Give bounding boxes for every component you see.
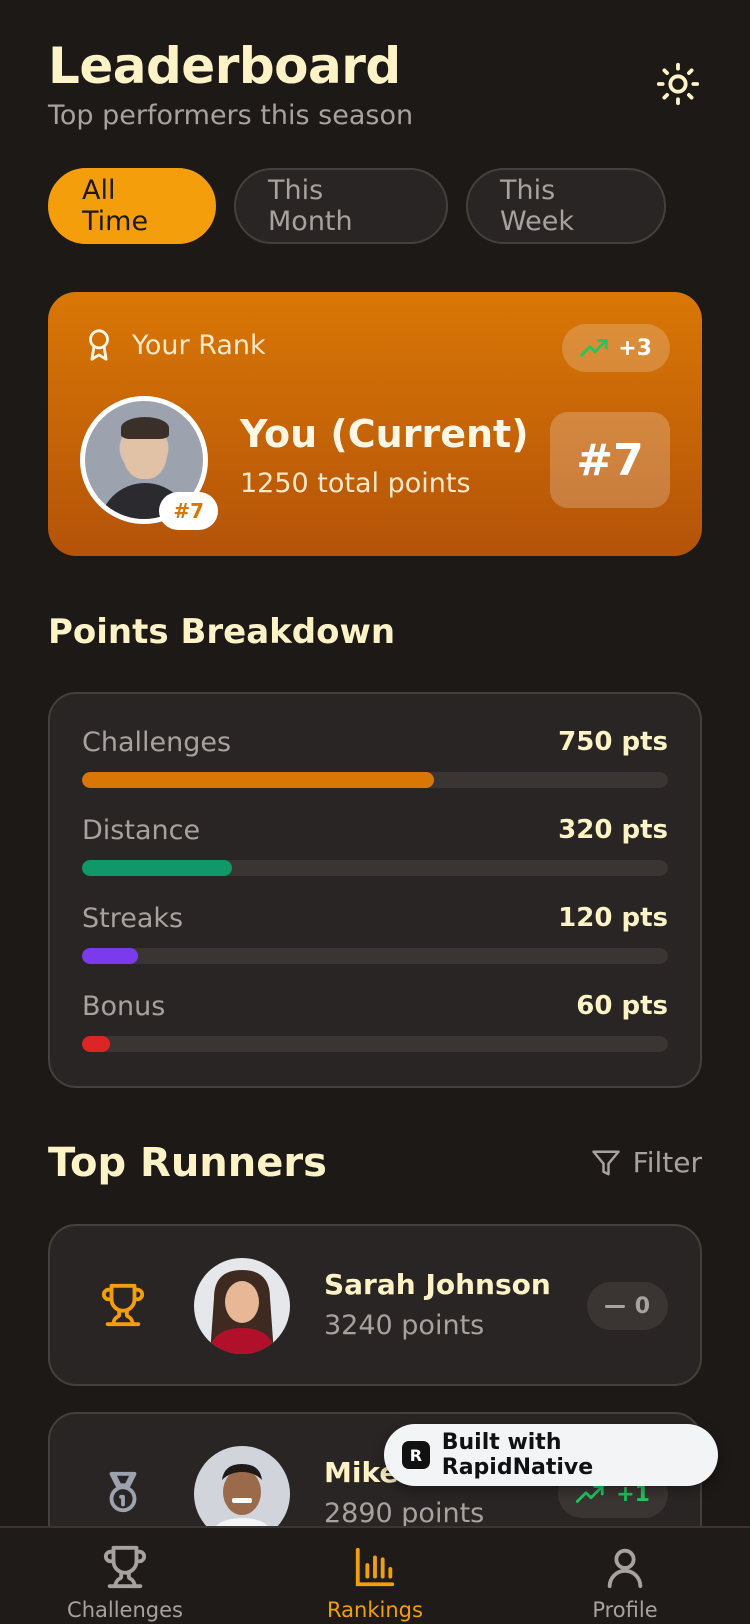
breakdown-row-distance: Distance 320 pts [82, 810, 668, 880]
your-name: You (Current) [240, 412, 529, 456]
progress-fill [82, 1036, 111, 1052]
page-subtitle: Top performers this season [48, 100, 414, 131]
filter-button[interactable]: Filter [591, 1146, 702, 1179]
rank-icon [98, 1280, 148, 1330]
rank-change-value: +3 [618, 335, 652, 361]
tab-label: Challenges [67, 1598, 183, 1622]
filter-label: Filter [632, 1146, 702, 1179]
tab-challenges[interactable]: Challenges [45, 1544, 205, 1622]
rank-icon [98, 1468, 148, 1518]
built-with-label: Built with RapidNative [441, 1430, 594, 1480]
filter-icon [591, 1150, 620, 1175]
breakdown-card: Challenges 750 pts Distance 320 pts Stre… [48, 692, 702, 1088]
runner-name: Sarah Johnson [324, 1268, 551, 1301]
your-rank-header: Your Rank [82, 326, 266, 364]
runner-points: 3240 points [324, 1310, 485, 1341]
tab-profile[interactable]: Profile [545, 1544, 705, 1622]
tab-all-time[interactable]: All Time [48, 168, 216, 244]
progress-fill [82, 948, 139, 964]
user-icon [607, 1548, 643, 1589]
progress-track [82, 948, 668, 964]
runner-change-badge: 0 [586, 1282, 668, 1330]
built-with-badge[interactable]: R Built with RapidNative [384, 1424, 718, 1486]
header: Leaderboard Top performers this season [48, 36, 702, 136]
progress-track [82, 772, 668, 788]
trophy-icon [103, 1545, 147, 1589]
breakdown-value: 320 pts [558, 815, 668, 845]
your-rank-number: #7 [550, 412, 670, 508]
progress-track [82, 1036, 668, 1052]
breakdown-value: 60 pts [576, 991, 668, 1021]
progress-fill [82, 772, 434, 788]
breakdown-label: Streaks [82, 902, 184, 934]
breakdown-value: 750 pts [558, 727, 668, 757]
period-tabs: All Time This Month This Week [48, 168, 666, 244]
your-rank-card[interactable]: Your Rank +3 #7 You (Current) 1250 total… [48, 292, 702, 556]
tab-rankings[interactable]: Rankings [295, 1544, 455, 1622]
breakdown-row-bonus: Bonus 60 pts [82, 986, 668, 1056]
breakdown-label: Bonus [82, 990, 166, 1022]
trending-up-icon [576, 1485, 604, 1503]
your-avatar-wrapper: #7 [80, 396, 218, 530]
avatar [194, 1258, 290, 1354]
trending-up-icon [580, 339, 608, 357]
sun-icon [656, 62, 700, 106]
rapidnative-logo-icon: R [402, 1441, 430, 1469]
breakdown-label: Distance [82, 814, 201, 846]
your-total-points: 1250 total points [240, 468, 471, 499]
progress-track [82, 860, 668, 876]
progress-fill [82, 860, 233, 876]
bar-chart-icon [355, 1547, 395, 1587]
minus-icon [604, 1304, 625, 1308]
tab-this-month[interactable]: This Month [234, 168, 448, 244]
rank-change-badge: +3 [562, 324, 670, 372]
trophy-icon [101, 1283, 145, 1327]
breakdown-row-challenges: Challenges 750 pts [82, 722, 668, 792]
runner-points: 2890 points [324, 1498, 485, 1529]
runner-card[interactable]: Sarah Johnson 3240 points 0 [48, 1224, 702, 1386]
tab-this-week[interactable]: This Week [466, 168, 666, 244]
page-title: Leaderboard [48, 37, 401, 95]
breakdown-label: Challenges [82, 726, 232, 758]
breakdown-row-streaks: Streaks 120 pts [82, 898, 668, 968]
tab-label: Profile [592, 1598, 658, 1622]
breakdown-value: 120 pts [558, 903, 668, 933]
tab-label: Rankings [327, 1598, 423, 1622]
medal-icon [109, 1471, 137, 1513]
your-rank-label: Your Rank [132, 329, 266, 361]
award-icon [89, 329, 109, 361]
theme-toggle-button[interactable] [654, 60, 702, 108]
top-runners-title: Top Runners [48, 1140, 327, 1186]
avatar-rank-badge: #7 [159, 492, 218, 530]
breakdown-title: Points Breakdown [48, 612, 396, 652]
runner-change-value: 0 [634, 1293, 650, 1319]
bottom-tab-bar: Challenges Rankings Profile [0, 1526, 750, 1624]
